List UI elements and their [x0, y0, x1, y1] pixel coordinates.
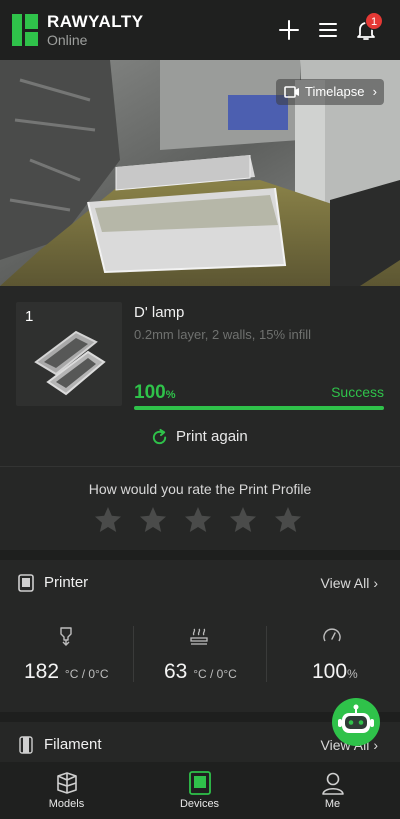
- speedometer-icon: [323, 628, 341, 642]
- progress-percent: 100%: [134, 382, 175, 404]
- nozzle-icon: [60, 627, 72, 646]
- logo-icon: [12, 14, 38, 46]
- plus-icon[interactable]: [277, 18, 301, 42]
- video-camera-icon: [284, 86, 299, 98]
- star-rating: [93, 505, 313, 535]
- chevron-right-icon: ›: [372, 84, 377, 99]
- nav-label: Me: [324, 798, 341, 810]
- model-thumbnail[interactable]: 1: [16, 302, 122, 406]
- cube-icon: [57, 772, 77, 794]
- refresh-icon: [152, 428, 167, 445]
- nav-label: Models: [48, 798, 85, 810]
- robot-icon: [338, 704, 374, 733]
- bed-temperature[interactable]: 63 °C / 0°C: [134, 626, 266, 690]
- printer-icon: [18, 574, 34, 592]
- progress-unit: %: [165, 389, 176, 401]
- printer-status: Online: [47, 32, 88, 48]
- star-icon[interactable]: [273, 505, 303, 535]
- assistant-bot-button[interactable]: [332, 698, 380, 746]
- plate-number: 1: [25, 308, 34, 325]
- chevron-right-icon: ›: [373, 575, 378, 591]
- brand-name: RAWYALTY: [47, 12, 144, 31]
- job-name: D' lamp: [134, 304, 185, 321]
- nozzle-temp-value: 182: [24, 660, 60, 683]
- camera-view[interactable]: Timelapse ›: [0, 60, 400, 286]
- nav-label: Devices: [179, 798, 220, 810]
- fan-speed[interactable]: 100%: [267, 626, 399, 690]
- rating-question: How would you rate the Print Profile: [88, 481, 312, 497]
- heated-bed-icon: [190, 628, 208, 645]
- star-icon[interactable]: [183, 505, 213, 535]
- filament-title: Filament: [44, 736, 102, 753]
- print-again-label: Print again: [176, 428, 248, 445]
- bed-temp-unit: °C / 0°C: [193, 667, 237, 681]
- timelapse-button[interactable]: Timelapse ›: [276, 79, 384, 105]
- bed-temp-value: 63: [164, 660, 188, 683]
- bottom-navigation: Models Devices Me: [0, 762, 400, 819]
- notification-badge: 1: [365, 12, 383, 30]
- job-details: 0.2mm layer, 2 walls, 15% infill: [134, 327, 312, 342]
- star-icon[interactable]: [93, 505, 123, 535]
- nav-models[interactable]: Models: [0, 762, 133, 819]
- view-all-label: View All: [320, 575, 370, 591]
- progress-bar: [134, 406, 384, 410]
- filament-spool-icon: [19, 736, 33, 754]
- printer-device-icon: [189, 771, 211, 795]
- timelapse-label: Timelapse: [305, 84, 365, 99]
- star-icon[interactable]: [138, 505, 168, 535]
- printer-view-all-link[interactable]: View All ›: [321, 575, 378, 591]
- fan-speed-value: 100: [312, 660, 348, 683]
- menu-icon[interactable]: [316, 18, 340, 42]
- print-job-card: 1 D' lamp 0.2mm layer, 2 walls, 15% infi…: [0, 286, 400, 550]
- star-icon[interactable]: [228, 505, 258, 535]
- nav-me[interactable]: Me: [266, 762, 399, 819]
- nav-devices[interactable]: Devices: [133, 762, 266, 819]
- progress-value: 100: [134, 382, 166, 403]
- fan-speed-unit: %: [347, 667, 358, 681]
- user-icon: [322, 772, 344, 795]
- printer-title: Printer: [44, 574, 89, 591]
- nozzle-temperature[interactable]: 182 °C / 0°C: [0, 626, 132, 690]
- nozzle-temp-unit: °C / 0°C: [64, 667, 109, 681]
- app-header: RAWYALTY Online 1: [0, 0, 400, 60]
- job-result: Success: [331, 384, 384, 400]
- printer-section: Printer View All › 182 °C / 0°C 63 °C / 0…: [0, 560, 400, 712]
- progress-bar-fill: [134, 406, 384, 410]
- divider: [0, 466, 400, 467]
